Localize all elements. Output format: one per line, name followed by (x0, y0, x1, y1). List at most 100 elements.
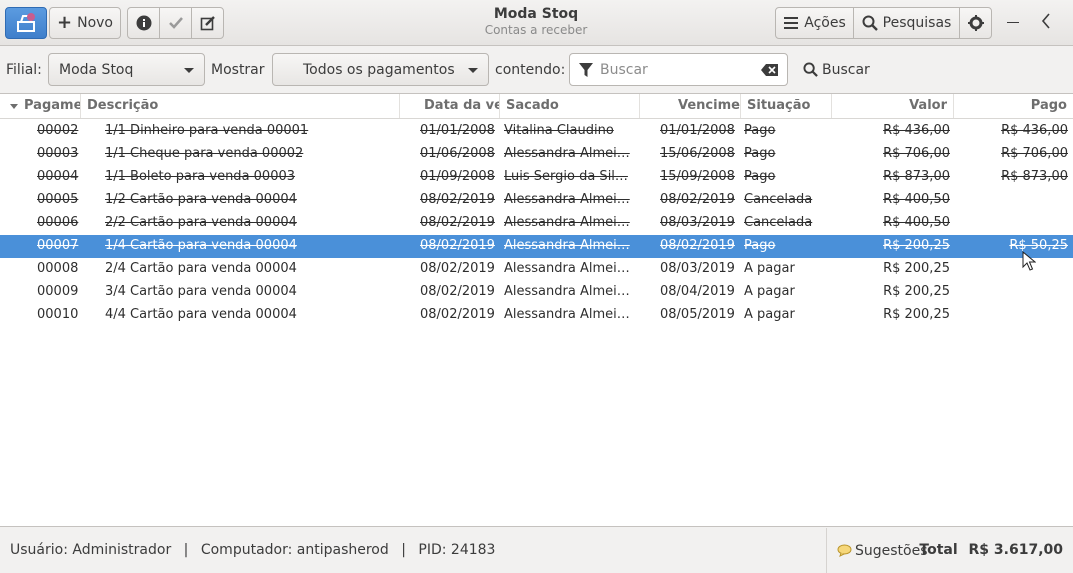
table-row[interactable]: 00005 1/2 Cartão para venda 00004 08/02/20… (0, 189, 1073, 212)
column-header-value[interactable]: Valor (832, 94, 954, 118)
speech-bubble-icon (837, 544, 852, 557)
show-combo[interactable]: Todos os pagamentos (272, 53, 489, 86)
cell-sale-date: 01/01/2008 (420, 123, 495, 138)
cell-description: 1/2 Cartão para venda 00004 (105, 192, 297, 207)
cell-paid: R$ 436,00 (1001, 123, 1068, 138)
total-summary: Total R$ 3.617,00 (919, 542, 1063, 558)
confirm-button[interactable] (159, 7, 192, 39)
cell-due-date: 08/02/2019 (660, 192, 735, 207)
app-register-button[interactable] (5, 7, 47, 39)
cell-value: R$ 200,25 (883, 261, 950, 276)
table-body: 00002 1/1 Dinheiro para venda 00001 01/01/… (0, 120, 1073, 327)
column-header-sale-date[interactable]: Data da ve (400, 94, 500, 118)
search-button[interactable]: Buscar (796, 53, 876, 86)
settings-button[interactable] (959, 7, 992, 39)
branch-combo[interactable]: Moda Stoq (48, 53, 205, 86)
cell-status: Pago (744, 238, 776, 253)
cell-value: R$ 200,25 (883, 284, 950, 299)
table-row[interactable]: 00008 2/4 Cartão para venda 00004 08/02/20… (0, 258, 1073, 281)
cell-sale-date: 08/02/2019 (420, 261, 495, 276)
column-header-status[interactable]: Situação (741, 94, 832, 118)
table-header: Pagame Descrição Data da ve Sacado Venci… (0, 94, 1073, 119)
suggestions-button[interactable]: Sugestões (826, 528, 928, 573)
table-row[interactable]: 00006 2/2 Cartão para venda 00004 08/02/20… (0, 212, 1073, 235)
table-row[interactable]: 00010 4/4 Cartão para venda 00004 08/02/20… (0, 304, 1073, 327)
searches-button[interactable]: Pesquisas (853, 7, 960, 39)
new-button-label: Novo (77, 15, 113, 31)
back-button[interactable] (1040, 12, 1060, 34)
branch-label: Filial: (6, 62, 42, 78)
table-row[interactable]: 00004 1/1 Boleto para venda 00003 01/09/20… (0, 166, 1073, 189)
search-placeholder: Buscar (600, 62, 648, 78)
cell-sale-date: 01/06/2008 (420, 146, 495, 161)
cell-payment: 00009 (37, 284, 79, 299)
info-button[interactable] (127, 7, 160, 39)
cell-description: 1/1 Dinheiro para venda 00001 (105, 123, 309, 138)
search-icon (862, 15, 878, 31)
payments-table[interactable]: Pagame Descrição Data da ve Sacado Venci… (0, 93, 1073, 527)
cell-payment: 00006 (37, 215, 79, 230)
cell-payer: Alessandra Almei… (504, 238, 630, 253)
table-row[interactable]: 00009 3/4 Cartão para venda 00004 08/02/20… (0, 281, 1073, 304)
check-icon (168, 17, 183, 29)
branch-value: Moda Stoq (59, 62, 134, 78)
minimize-button[interactable] (1004, 14, 1024, 32)
chevron-left-icon (1041, 13, 1050, 29)
cell-payment: 00003 (37, 146, 79, 161)
show-label: Mostrar (211, 62, 265, 78)
cell-value: R$ 436,00 (883, 123, 950, 138)
column-header-payment[interactable]: Pagame (0, 94, 81, 118)
clear-icon[interactable] (761, 63, 779, 77)
cell-value: R$ 400,50 (883, 215, 950, 230)
cell-payment: 00002 (37, 123, 79, 138)
cell-payment: 00007 (37, 238, 79, 253)
suggestions-label: Sugestões (855, 542, 928, 559)
column-header-paid[interactable]: Pago (954, 94, 1073, 118)
filter-bar: Filial: Moda Stoq Mostrar Todos os pagam… (0, 47, 1073, 93)
edit-button[interactable] (191, 7, 224, 39)
cell-status: A pagar (744, 284, 795, 299)
search-input[interactable]: Buscar (569, 53, 788, 86)
edit-icon (200, 16, 215, 31)
cell-sale-date: 08/02/2019 (420, 192, 495, 207)
cell-sale-date: 08/02/2019 (420, 215, 495, 230)
cell-due-date: 08/03/2019 (660, 215, 735, 230)
cell-value: R$ 873,00 (883, 169, 950, 184)
cell-status: Pago (744, 123, 776, 138)
cell-payer: Alessandra Almei… (504, 192, 630, 207)
cell-value: R$ 200,25 (883, 238, 950, 253)
search-button-label: Buscar (822, 61, 870, 78)
column-header-payer[interactable]: Sacado (500, 94, 640, 118)
record-actions-group (127, 7, 224, 39)
cell-description: 1/1 Cheque para venda 00002 (105, 146, 304, 161)
cell-due-date: 08/04/2019 (660, 284, 735, 299)
searches-label: Pesquisas (882, 15, 952, 31)
page-subtitle: Contas a receber (484, 23, 588, 37)
cell-description: 3/4 Cartão para venda 00004 (105, 284, 297, 299)
cell-sale-date: 08/02/2019 (420, 284, 495, 299)
cell-paid: R$ 706,00 (1001, 146, 1068, 161)
minimize-icon (1007, 22, 1019, 23)
cell-value: R$ 200,25 (883, 307, 950, 322)
cell-status: Cancelada (744, 215, 813, 230)
cell-payer: Alessandra Almei… (504, 307, 630, 322)
actions-button[interactable]: Ações (775, 7, 854, 39)
cell-due-date: 08/03/2019 (660, 261, 735, 276)
cell-status: Cancelada (744, 192, 813, 207)
column-header-description[interactable]: Descrição (81, 94, 400, 118)
table-row[interactable]: 00002 1/1 Dinheiro para venda 00001 01/01/… (0, 120, 1073, 143)
new-button[interactable]: + Novo (49, 7, 121, 39)
plus-icon: + (57, 12, 73, 33)
cell-paid: R$ 50,25 (1009, 238, 1068, 253)
cell-value: R$ 400,50 (883, 192, 950, 207)
actions-label: Ações (804, 15, 846, 31)
table-row[interactable]: 00003 1/1 Cheque para venda 00002 01/06/20… (0, 143, 1073, 166)
column-header-due-date[interactable]: Venciment (640, 94, 741, 118)
cell-description: 2/4 Cartão para venda 00004 (105, 261, 297, 276)
total-label: Total (919, 542, 958, 558)
cell-payer: Vitalina Claudino (504, 123, 614, 138)
status-pid: PID: 24183 (418, 542, 496, 558)
table-row[interactable]: 00007 1/4 Cartão para venda 00004 08/02/20… (0, 235, 1073, 258)
window-title: Moda Stoq Contas a receber (436, 6, 636, 37)
session-info: Usuário: Administrador | Computador: ant… (10, 542, 495, 558)
